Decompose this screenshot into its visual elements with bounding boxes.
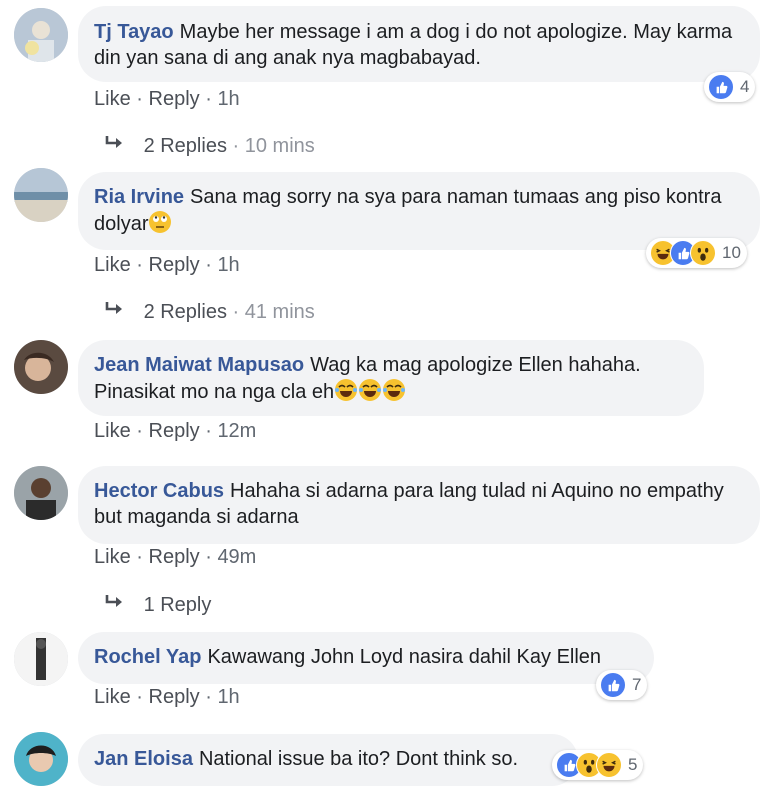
like-link[interactable]: Like	[94, 88, 131, 110]
separator: ·	[136, 88, 143, 110]
comment-bubble: Jan Eloisa National issue ba ito? Dont th…	[78, 734, 578, 786]
reply-link[interactable]: Reply	[149, 254, 200, 276]
separator: ·	[205, 686, 212, 708]
reply-link[interactable]: Reply	[149, 546, 200, 568]
reaction-summary[interactable]: 7	[596, 670, 648, 700]
timestamp[interactable]: 49m	[217, 546, 256, 568]
comment-actions: Like · Reply · 12m	[94, 420, 256, 443]
author-name[interactable]: Rochel Yap	[94, 646, 201, 668]
reply-arrow-icon	[104, 134, 138, 152]
reaction-summary[interactable]: 4	[704, 72, 756, 102]
comment-bubble: Tj Tayao Maybe her message i am a dog i d…	[78, 6, 760, 82]
like-icon	[708, 74, 734, 100]
comment-text: Kawawang John Loyd nasira dahil Kay Elle…	[207, 646, 602, 668]
avatar[interactable]	[14, 168, 68, 222]
view-replies[interactable]: 2 Replies · 10 mins	[104, 134, 315, 158]
reply-link[interactable]: Reply	[149, 88, 200, 110]
reply-link[interactable]: Reply	[149, 420, 200, 442]
separator: ·	[205, 546, 212, 568]
comment-bubble: Rochel Yap Kawawang John Loyd nasira dahi…	[78, 632, 654, 684]
comment-text: Sana mag sorry na sya para naman tumaas …	[94, 186, 722, 235]
avatar[interactable]	[14, 466, 68, 520]
avatar[interactable]	[14, 732, 68, 786]
separator: ·	[205, 420, 212, 442]
comment-actions: Like · Reply · 1h	[94, 88, 240, 111]
replies-count[interactable]: 2 Replies	[144, 301, 227, 323]
comment-actions: Like · Reply · 1h	[94, 254, 240, 277]
replies-count[interactable]: 2 Replies	[144, 135, 227, 157]
reaction-summary[interactable]: 5	[552, 750, 644, 780]
rolling-eyes-emoji	[148, 210, 172, 234]
comment-text: Maybe her message i am a dog i do not ap…	[94, 21, 733, 69]
like-link[interactable]: Like	[94, 546, 131, 568]
reply-link[interactable]: Reply	[149, 686, 200, 708]
like-icon	[600, 672, 626, 698]
author-name[interactable]: Ria Irvine	[94, 186, 184, 208]
like-link[interactable]: Like	[94, 254, 131, 276]
reaction-count: 5	[628, 755, 638, 774]
tears-of-joy-emoji	[334, 378, 358, 402]
like-link[interactable]: Like	[94, 420, 131, 442]
view-replies[interactable]: 2 Replies · 41 mins	[104, 300, 315, 324]
reply-arrow-icon	[104, 300, 138, 318]
timestamp[interactable]: 12m	[217, 420, 256, 442]
avatar[interactable]	[14, 8, 68, 62]
reaction-count: 10	[722, 243, 741, 262]
author-name[interactable]: Hector Cabus	[94, 480, 224, 502]
reply-arrow-icon	[104, 593, 138, 611]
comment-actions: Like · Reply · 1h	[94, 686, 240, 709]
replies-time: 10 mins	[244, 135, 315, 157]
replies-time: 41 mins	[244, 301, 315, 323]
separator: ·	[136, 546, 143, 568]
separator: ·	[205, 88, 212, 110]
comment-actions: Like · Reply · 49m	[94, 546, 256, 569]
replies-count[interactable]: 1 Reply	[144, 594, 212, 616]
separator: ·	[136, 686, 143, 708]
like-link[interactable]: Like	[94, 686, 131, 708]
separator: ·	[232, 301, 240, 323]
reaction-count: 4	[740, 77, 750, 96]
separator: ·	[136, 420, 143, 442]
avatar[interactable]	[14, 632, 68, 686]
separator: ·	[136, 254, 143, 276]
tears-of-joy-emoji	[358, 378, 382, 402]
author-name[interactable]: Jean Maiwat Mapusao	[94, 354, 304, 376]
avatar[interactable]	[14, 340, 68, 394]
author-name[interactable]: Jan Eloisa	[94, 748, 193, 770]
reaction-summary[interactable]: 10	[646, 238, 747, 268]
reaction-count: 7	[632, 675, 642, 694]
timestamp[interactable]: 1h	[217, 254, 239, 276]
comment-bubble: Hector Cabus Hahaha si adarna para lang t…	[78, 466, 760, 544]
timestamp[interactable]: 1h	[217, 686, 239, 708]
view-replies[interactable]: 1 Reply	[104, 593, 211, 617]
timestamp[interactable]: 1h	[217, 88, 239, 110]
comment-text: National issue ba ito? Dont think so.	[198, 748, 519, 770]
haha-icon	[596, 752, 622, 778]
wow-icon	[690, 240, 716, 266]
separator: ·	[205, 254, 212, 276]
author-name[interactable]: Tj Tayao	[94, 21, 174, 43]
tears-of-joy-emoji	[382, 378, 406, 402]
separator: ·	[232, 135, 240, 157]
comment-bubble: Jean Maiwat Mapusao Wag ka mag apologize …	[78, 340, 704, 416]
